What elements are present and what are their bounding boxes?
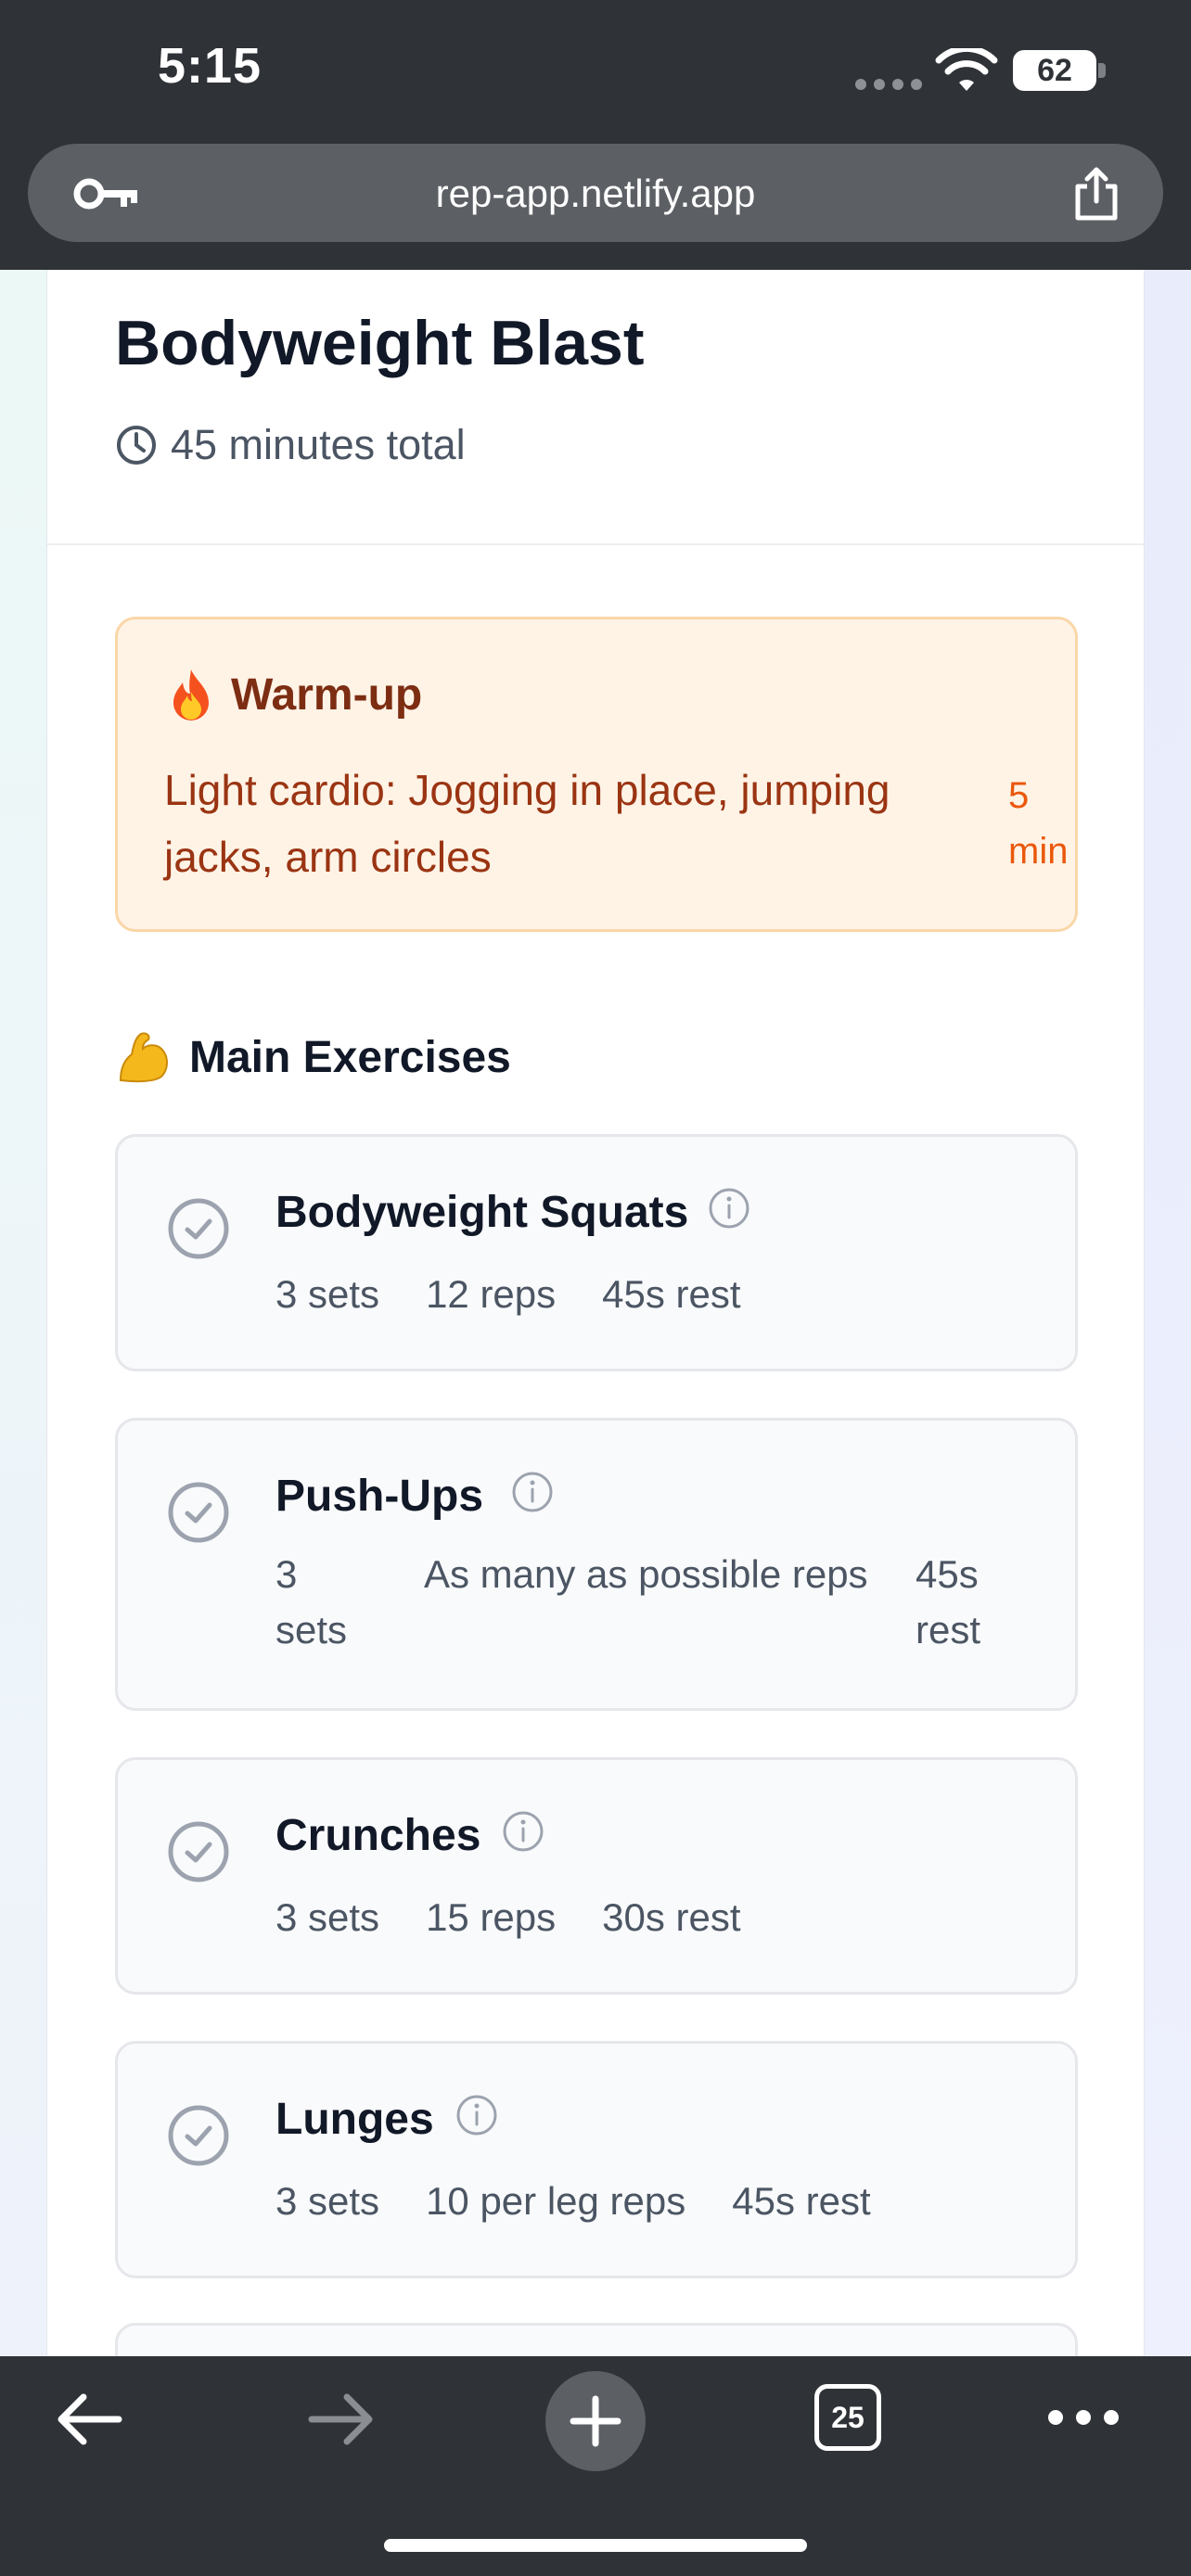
warmup-description: Light cardio: Jogging in place, jumping … — [164, 766, 890, 881]
exercise-rest: 45s rest — [602, 1272, 741, 1316]
info-icon[interactable] — [511, 1471, 554, 1513]
share-icon[interactable] — [1070, 166, 1122, 222]
section-title: Main Exercises — [189, 1032, 511, 1082]
exercise-rest: 45s rest — [916, 1552, 981, 1651]
fire-icon — [173, 670, 209, 721]
exercise-sets: 3 sets — [275, 1895, 380, 1939]
exercise-item[interactable]: Lunges 3 sets 10 per leg reps 45s rest — [115, 2041, 1078, 2278]
page-background-left — [0, 270, 46, 2356]
signal-icon — [855, 79, 922, 90]
exercise-reps: 15 reps — [426, 1895, 557, 1939]
exercise-reps: 10 per leg reps — [426, 2179, 686, 2223]
info-icon[interactable] — [455, 2094, 498, 2136]
workout-header: Bodyweight Blast 45 minutes total — [47, 270, 1144, 545]
exercise-item[interactable]: Bodyweight Squats 3 sets 12 reps 45s res… — [115, 1134, 1078, 1371]
check-circle-icon[interactable] — [166, 2103, 231, 2168]
wifi-icon — [935, 48, 998, 91]
address-bar[interactable]: rep-app.netlify.app — [28, 144, 1163, 242]
warmup-card: Warm-up Light cardio: Jogging in place, … — [115, 617, 1078, 932]
exercise-reps: 12 reps — [426, 1272, 557, 1316]
check-circle-icon[interactable] — [166, 1480, 231, 1545]
duration-text: 45 minutes total — [171, 421, 466, 468]
info-icon[interactable] — [502, 1810, 544, 1853]
workout-duration: 45 minutes total — [115, 421, 466, 469]
exercise-sets: 3 sets — [275, 1272, 380, 1316]
exercise-meta: 3 sets 10 per leg reps 45s rest — [275, 2179, 871, 2224]
more-icon[interactable] — [1048, 2410, 1119, 2425]
check-circle-icon[interactable] — [166, 1819, 231, 1884]
workout-title: Bodyweight Blast — [115, 308, 645, 378]
exercise-item[interactable]: Push-Ups 3 sets As many as possible reps… — [115, 1418, 1078, 1711]
url-text[interactable]: rep-app.netlify.app — [28, 172, 1163, 216]
exercise-reps: As many as possible reps — [424, 1552, 868, 1596]
exercise-sets: 3 sets — [275, 2179, 380, 2223]
info-icon[interactable] — [708, 1187, 750, 1230]
page-background-right — [1145, 270, 1191, 2356]
exercise-rest: 30s rest — [602, 1895, 741, 1939]
exercise-name: Bodyweight Squats — [275, 1188, 689, 1237]
exercise-sets: 3 sets — [275, 1552, 348, 1651]
warmup-title: Warm-up — [231, 670, 423, 720]
exercise-meta: 3 sets 15 reps 30s rest — [275, 1895, 741, 1940]
workout-card: Bodyweight Blast 45 minutes total Warm-u… — [46, 270, 1145, 2397]
plus-icon — [570, 2395, 621, 2447]
browser-top-chrome: 5:15 62 rep-app.netlify.app — [0, 0, 1191, 270]
warmup-time: 5 min — [1008, 775, 1069, 872]
arrow-right-icon[interactable] — [306, 2391, 377, 2447]
flexed-biceps-icon — [119, 1032, 168, 1083]
check-circle-icon[interactable] — [166, 1196, 231, 1261]
exercise-name: Crunches — [275, 1811, 481, 1860]
exercise-name: Lunges — [275, 2095, 434, 2144]
tabs-button[interactable]: 25 — [814, 2384, 881, 2451]
exercise-rest: 45s rest — [732, 2179, 871, 2223]
exercise-meta: 3 sets 12 reps 45s rest — [275, 1272, 741, 1317]
warmup-header: Warm-up — [166, 668, 422, 721]
main-exercises-header: Main Exercises — [115, 1028, 511, 1086]
exercise-name: Push-Ups — [275, 1472, 484, 1521]
home-indicator — [384, 2539, 807, 2552]
new-tab-button[interactable] — [545, 2371, 646, 2471]
clock-icon — [117, 426, 156, 465]
battery-tip — [1098, 63, 1106, 78]
arrow-left-icon[interactable] — [54, 2391, 124, 2447]
exercise-meta: 3 sets As many as possible reps 45s rest — [275, 1547, 1027, 1658]
status-time: 5:15 — [158, 38, 263, 94]
exercise-item[interactable]: Crunches 3 sets 15 reps 30s rest — [115, 1757, 1078, 1995]
battery-indicator: 62 — [1013, 50, 1096, 91]
